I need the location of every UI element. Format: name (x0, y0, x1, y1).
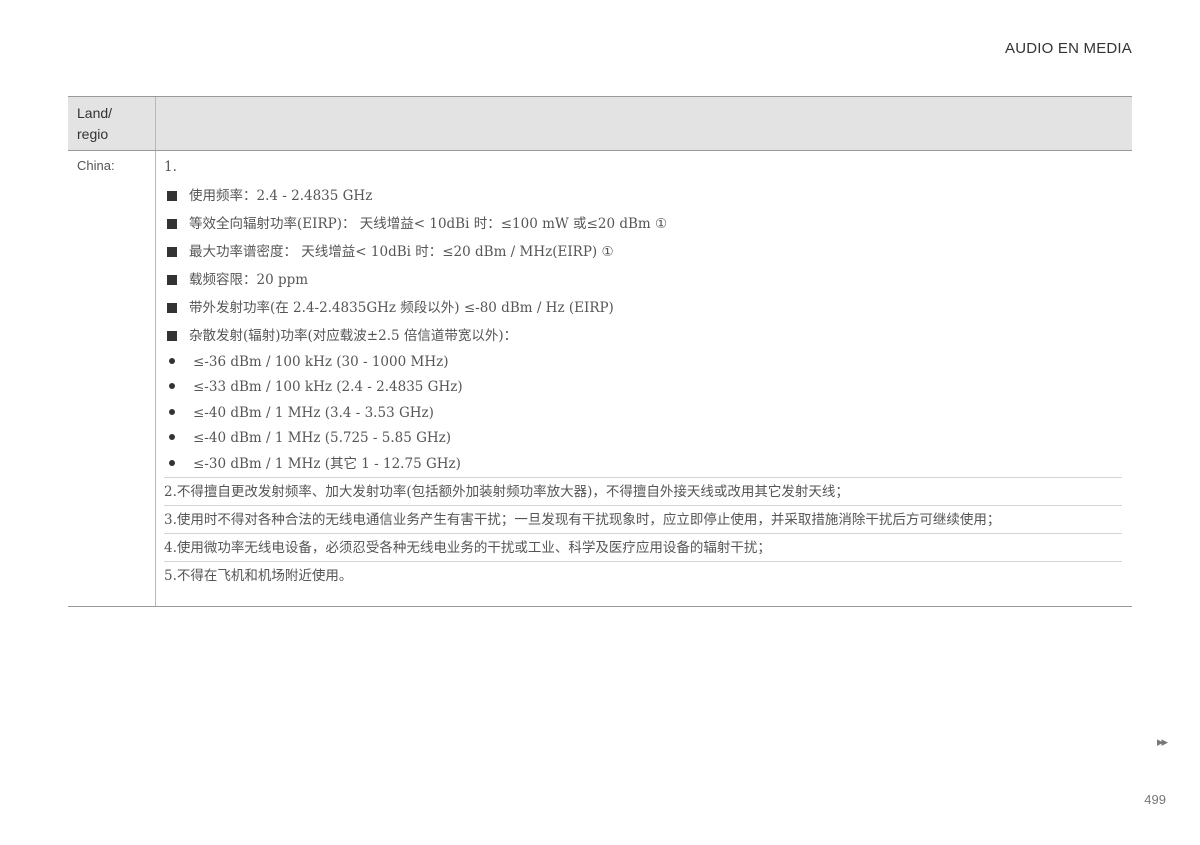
section-title: AUDIO EN MEDIA (1005, 40, 1132, 57)
column-header-country: Land/ regio (68, 97, 156, 150)
square-bullet-icon (167, 219, 177, 229)
square-bullet-item: 载频容限：20 ppm (164, 266, 1122, 294)
dot-bullet-text: ≤-40 dBm / 1 MHz (5.725 - 5.85 GHz) (193, 430, 452, 447)
numbered-paragraph: 3.使用时不得对各种合法的无线电通信业务产生有害干扰；一旦发现有干扰现象时，应立… (164, 504, 1122, 533)
square-bullet-text: 等效全向辐射功率(EIRP)： 天线增益< 10dBi 时：≤100 mW 或≤… (189, 216, 668, 232)
square-bullet-item: 等效全向辐射功率(EIRP)： 天线增益< 10dBi 时：≤100 mW 或≤… (164, 210, 1122, 238)
numbered-paragraph: 2.不得擅自更改发射频率、加大发射功率(包括额外加装射频功率放大器)，不得擅自外… (164, 476, 1122, 505)
square-bullet-icon (167, 275, 177, 285)
dot-bullet-icon (169, 408, 175, 415)
numbered-paragraph: 5.不得在飞机和机场附近使用。 (164, 560, 1122, 589)
dot-bullet-icon (169, 358, 175, 364)
next-page-arrows-icon: ▸▸ (1156, 734, 1168, 749)
item-number: 1. (164, 159, 177, 175)
square-bullet-text: 载频容限：20 ppm (189, 272, 309, 288)
dot-bullet-item: ≤-40 dBm / 1 MHz (3.4 - 3.53 GHz) (164, 401, 1122, 426)
dot-bullet-item: ≤-33 dBm / 100 kHz (2.4 - 2.4835 GHz) (164, 375, 1122, 400)
dot-bullet-item: ≤-36 dBm / 100 kHz (30 - 1000 MHz) (164, 350, 1122, 375)
regulatory-table: Land/ regio China: 1. 使用频率：2.4 - 2.4835 … (68, 96, 1132, 607)
square-bullet-icon (167, 303, 177, 313)
square-bullet-item: 带外发射功率(在 2.4-2.4835GHz 频段以外) ≤-80 dBm / … (164, 294, 1122, 322)
square-bullet-item: 使用频率：2.4 - 2.4835 GHz (164, 182, 1122, 210)
page-number: 499 (1144, 792, 1166, 807)
square-bullet-text: 最大功率谱密度： 天线增益< 10dBi 时：≤20 dBm / MHz(EIR… (189, 244, 614, 260)
country-cell: China: (68, 151, 156, 606)
square-bullet-text: 使用频率：2.4 - 2.4835 GHz (189, 188, 373, 204)
dot-bullet-icon (169, 434, 175, 441)
square-bullet-text: 带外发射功率(在 2.4-2.4835GHz 频段以外) ≤-80 dBm / … (189, 300, 614, 316)
dot-bullet-item: ≤-40 dBm / 1 MHz (5.725 - 5.85 GHz) (164, 426, 1122, 451)
dot-bullet-text: ≤-40 dBm / 1 MHz (3.4 - 3.53 GHz) (193, 404, 434, 421)
dot-bullet-item: ≤-30 dBm / 1 MHz (其它 1 - 12.75 GHz) (164, 452, 1122, 477)
numbered-paragraph: 4.使用微功率无线电设备，必须忍受各种无线电业务的干扰或工业、科学及医疗应用设备… (164, 532, 1122, 561)
table-row-china: China: 1. 使用频率：2.4 - 2.4835 GHz 等效全向辐射功率… (68, 151, 1132, 606)
square-bullet-item: 最大功率谱密度： 天线增益< 10dBi 时：≤20 dBm / MHz(EIR… (164, 238, 1122, 266)
square-bullet-icon (167, 247, 177, 257)
dot-bullet-text: ≤-30 dBm / 1 MHz (其它 1 - 12.75 GHz) (193, 455, 461, 472)
table-header-row: Land/ regio (68, 97, 1132, 151)
column-header-details (156, 97, 1132, 150)
regulation-content: 1. 使用频率：2.4 - 2.4835 GHz 等效全向辐射功率(EIRP)：… (156, 151, 1132, 606)
square-bullet-icon (167, 191, 177, 201)
dot-bullet-icon (169, 459, 175, 466)
dot-bullet-icon (169, 383, 175, 390)
square-bullet-text: 杂散发射(辐射)功率(对应载波±2.5 倍信道带宽以外)： (189, 328, 518, 344)
square-bullet-icon (167, 331, 177, 341)
dot-bullet-text: ≤-33 dBm / 100 kHz (2.4 - 2.4835 GHz) (193, 379, 463, 396)
dot-bullet-text: ≤-36 dBm / 100 kHz (30 - 1000 MHz) (193, 354, 449, 370)
square-bullet-item: 杂散发射(辐射)功率(对应载波±2.5 倍信道带宽以外)： (164, 322, 1122, 350)
